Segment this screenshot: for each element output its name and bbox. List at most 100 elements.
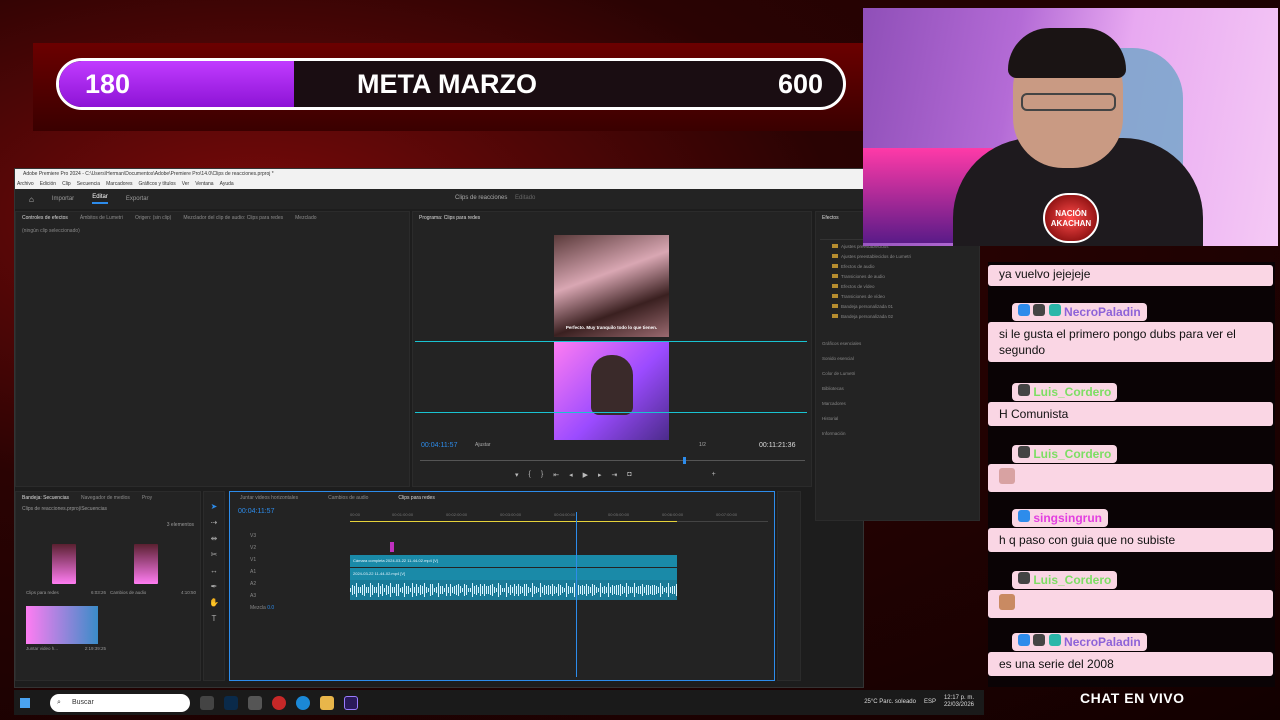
work-area-bar[interactable] (350, 521, 677, 522)
tab-sequence-audio[interactable]: Cambios de audio (328, 495, 368, 501)
fx-item[interactable]: Transiciones de vídeo (816, 292, 979, 302)
edge-icon[interactable] (296, 695, 310, 710)
waveform-bar (636, 586, 637, 594)
waveform-bar (550, 585, 551, 595)
selection-tool-icon[interactable]: ➤ (211, 502, 218, 511)
clock[interactable]: 12:17 p. m. 22/03/2026 (944, 695, 974, 709)
home-icon[interactable]: ⌂ (29, 195, 34, 204)
fx-section[interactable]: Color de Lumetri (816, 366, 979, 381)
razor-icon[interactable]: ✂ (211, 550, 218, 559)
audio-clip-a1[interactable] (350, 580, 677, 600)
language-indicator[interactable]: ESP (924, 699, 936, 705)
bin-item[interactable] (134, 544, 158, 584)
track-v1[interactable]: V1 (250, 554, 274, 566)
fx-section[interactable]: Historial (816, 411, 979, 426)
play-icon[interactable]: ▶ (583, 471, 588, 479)
fx-item[interactable]: Efectos de audio (816, 262, 979, 272)
video-clip-v1[interactable]: 2024-03-22 11-44-02.mp4 [V] (350, 568, 677, 580)
tab-lumetri-scopes[interactable]: Ámbitos de Lumetri (80, 215, 123, 221)
fx-item[interactable]: Bandeja personalizada 02 (816, 312, 979, 322)
premiere-icon[interactable] (344, 695, 358, 710)
fx-item[interactable]: Bandeja personalizada 01 (816, 302, 979, 312)
tab-sequence-horizontal[interactable]: Juntar videos horizontales (240, 495, 298, 501)
hand-icon[interactable]: ✋ (209, 598, 219, 607)
ruler-tick: 00:03:00:00 (500, 512, 522, 517)
program-timecode[interactable]: 00:04:11:57 (421, 442, 457, 449)
track-a2[interactable]: A2 (250, 578, 274, 590)
sequence-thumbnail[interactable] (26, 606, 98, 644)
fx-item[interactable]: Efectos de vídeo (816, 282, 979, 292)
fx-section[interactable]: Marcadores (816, 396, 979, 411)
tab-bin-sequences[interactable]: Bandeja: Secuencias (22, 495, 69, 501)
menu-edicion[interactable]: Edición (40, 180, 56, 189)
track-a3[interactable]: A3 (250, 590, 274, 602)
mark-out-icon[interactable]: } (541, 471, 543, 479)
mark-in-icon[interactable]: { (529, 471, 531, 479)
fx-section[interactable]: Bibliotecas (816, 381, 979, 396)
step-back-icon[interactable]: ◂ (569, 471, 573, 479)
bin-item[interactable] (52, 544, 76, 584)
fx-item[interactable]: Transiciones de audio (816, 272, 979, 282)
add-icon[interactable]: + (712, 471, 716, 479)
tab-source[interactable]: Origen: (sin clip) (135, 215, 171, 221)
go-to-out-icon[interactable]: ⇥ (612, 471, 618, 479)
small-clip[interactable] (390, 542, 394, 552)
resolution-dropdown[interactable]: 1/2 (699, 442, 706, 448)
tab-audio-clip-mixer[interactable]: Mezclador del clip de audio: Clips para … (183, 215, 283, 221)
windows-start-icon[interactable] (20, 697, 30, 708)
menu-secuencia[interactable]: Secuencia (77, 180, 100, 189)
menu-marcadores[interactable]: Marcadores (106, 180, 132, 189)
app-icon[interactable] (248, 695, 262, 710)
menu-clip[interactable]: Clip (62, 180, 71, 189)
fx-section[interactable]: Sonido esencial (816, 351, 979, 366)
fit-dropdown[interactable]: Ajustar (475, 442, 491, 448)
type-icon[interactable]: T (212, 614, 217, 623)
fx-section[interactable]: Información (816, 426, 979, 441)
timeline-ruler[interactable]: 00:00 00:01:00:00 00:02:00:00 00:03:00:0… (350, 512, 768, 522)
monitor-scrubber[interactable] (420, 457, 805, 464)
program-preview[interactable]: Perfecto. Muy tranquilo todo lo que tien… (554, 235, 669, 440)
monitor-playhead[interactable] (683, 457, 686, 464)
video-clip-v2[interactable]: Cámara completa 2024-03-22 11-44-02.mp4 … (350, 555, 677, 567)
tab-exportar[interactable]: Exportar (126, 196, 149, 202)
tab-effect-controls[interactable]: Controles de efectos (22, 215, 68, 221)
slip-icon[interactable]: ↔ (210, 566, 218, 575)
track-v2[interactable]: V2 (250, 542, 274, 554)
go-to-in-icon[interactable]: ⇤ (553, 471, 559, 479)
fx-item[interactable]: Ajustes preestablecidos de Lumetri (816, 252, 979, 262)
tab-project[interactable]: Proy (142, 495, 152, 501)
export-frame-icon[interactable]: ◘ (627, 471, 631, 479)
menu-ver[interactable]: Ver (182, 180, 190, 189)
fx-section[interactable]: Gráficos esenciales (816, 336, 979, 351)
tab-mixer[interactable]: Mezclado (295, 215, 316, 221)
menu-ayuda[interactable]: Ayuda (220, 180, 234, 189)
menu-archivo[interactable]: Archivo (17, 180, 34, 189)
weather-widget[interactable]: 25°C Parc. soleado (864, 699, 916, 705)
photoshop-icon[interactable] (224, 695, 238, 710)
waveform-bar (572, 587, 573, 593)
taskbar-search[interactable]: ⌕ Buscar (50, 693, 190, 712)
effects-title[interactable]: Efectos (822, 215, 839, 221)
program-tab[interactable]: Programa: Clips para redes (419, 215, 480, 221)
pen-icon[interactable]: ✒ (211, 582, 218, 591)
tab-importar[interactable]: Importar (52, 196, 74, 202)
ruler-tick: 00:07:00:00 (716, 512, 738, 517)
task-view-icon[interactable] (200, 695, 214, 710)
file-explorer-icon[interactable] (320, 695, 334, 710)
waveform-bar (610, 586, 611, 594)
timeline-timecode[interactable]: 00:04:11:57 (238, 508, 274, 515)
track-mix[interactable]: Mezcla 0.0 (250, 602, 274, 614)
obs-icon[interactable] (272, 695, 286, 710)
menu-ventana[interactable]: Ventana (195, 180, 213, 189)
tab-sequence-clips[interactable]: Clips para redes (398, 495, 434, 501)
step-forward-icon[interactable]: ▸ (598, 471, 602, 479)
tab-editar[interactable]: Editar (92, 194, 108, 204)
track-select-icon[interactable]: ⇢ (211, 518, 218, 527)
timeline-playhead[interactable] (576, 512, 577, 677)
menu-graficos[interactable]: Gráficos y títulos (138, 180, 175, 189)
track-v3[interactable]: V3 (250, 530, 274, 542)
marker-icon[interactable]: ▾ (515, 471, 519, 479)
ripple-edit-icon[interactable]: ⇹ (211, 534, 218, 543)
track-a1[interactable]: A1 (250, 566, 274, 578)
tab-media-browser[interactable]: Navegador de medios (81, 495, 130, 501)
